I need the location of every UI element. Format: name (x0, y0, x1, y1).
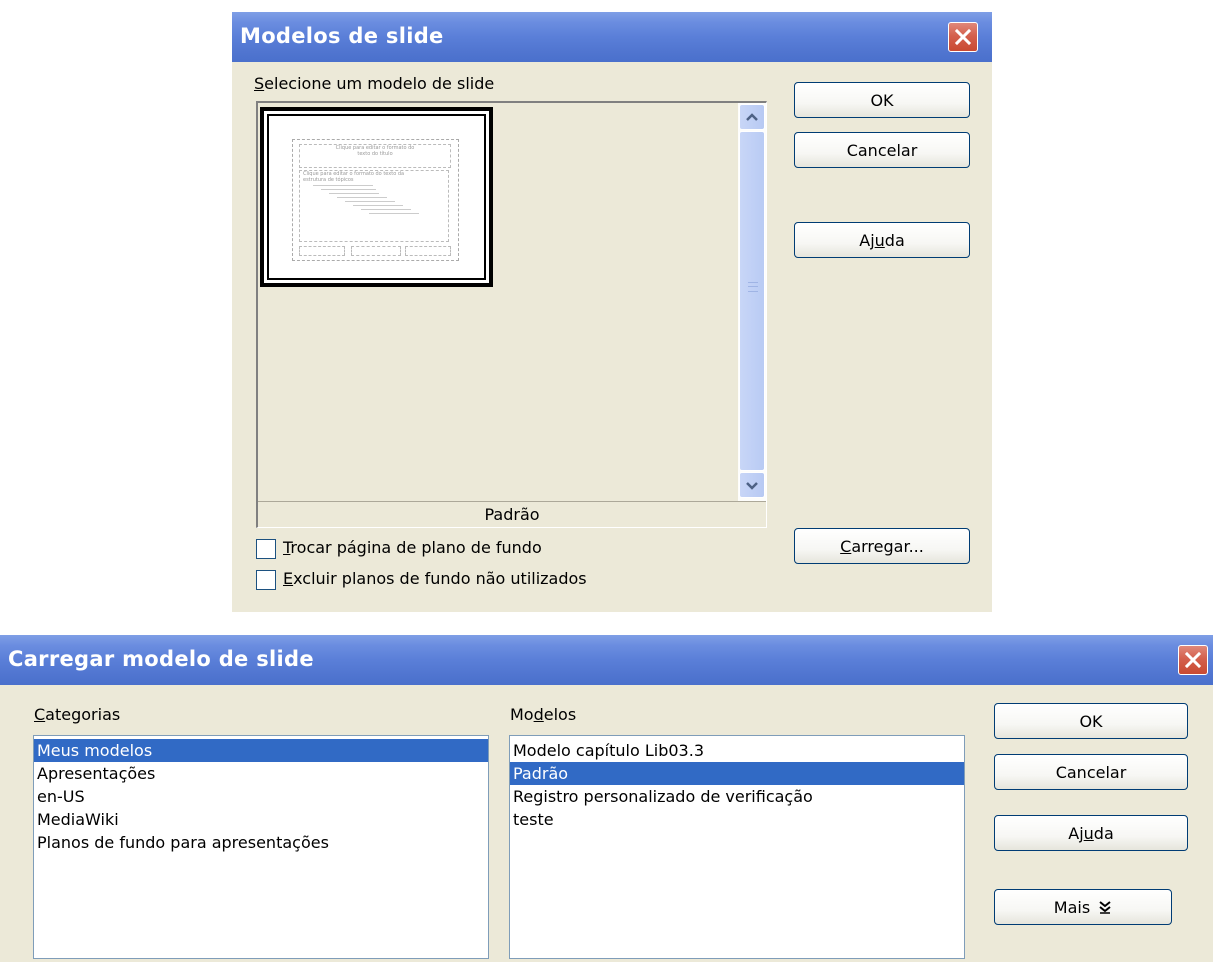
scroll-down-button[interactable] (739, 472, 765, 498)
dialog-title: Carregar modelo de slide (8, 647, 314, 671)
more-button[interactable]: Mais (994, 889, 1172, 925)
list-item[interactable]: teste (510, 808, 964, 831)
load-slide-template-dialog: Carregar modelo de slide Categorias Mode… (0, 635, 1213, 962)
ok-button[interactable]: OK (794, 82, 970, 118)
template-thumbnail-padrao[interactable]: Clique para editar o formato do texto do… (260, 107, 493, 287)
close-button[interactable] (948, 22, 978, 52)
list-item[interactable]: en-US (34, 785, 488, 808)
gallery-scrollbar[interactable] (738, 103, 766, 501)
cancel-button[interactable]: Cancelar (794, 132, 970, 168)
models-label: Modelos (510, 705, 577, 724)
cancel-button[interactable]: Cancelar (994, 754, 1188, 790)
list-item[interactable]: MediaWiki (34, 808, 488, 831)
models-list[interactable]: Modelo capítulo Lib03.3 Padrão Registro … (509, 735, 965, 959)
double-chevron-down-icon (1099, 901, 1111, 914)
chevron-up-icon (746, 113, 758, 121)
delete-unused-backgrounds-label[interactable]: Excluir planos de fundo não utilizados (283, 569, 587, 588)
scroll-thumb[interactable] (739, 131, 765, 471)
template-name-label: Padrão (484, 505, 540, 524)
load-button[interactable]: Carregar... (794, 528, 970, 564)
list-item[interactable]: Padrão (510, 762, 964, 785)
dialog-title: Modelos de slide (240, 24, 444, 48)
slide-preview: Clique para editar o formato do texto do… (292, 139, 459, 261)
delete-unused-backgrounds-checkbox[interactable] (256, 570, 276, 590)
categories-label: Categorias (34, 705, 121, 724)
list-item[interactable]: Registro personalizado de verificação (510, 785, 964, 808)
title-bar[interactable]: Carregar modelo de slide (0, 635, 1213, 685)
scroll-up-button[interactable] (739, 104, 765, 130)
close-icon (1184, 651, 1202, 669)
list-item[interactable]: Apresentações (34, 762, 488, 785)
chevron-down-icon (746, 482, 758, 490)
help-button[interactable]: Aj u da (794, 222, 970, 258)
title-bar[interactable]: Modelos de slide (232, 12, 992, 62)
swap-background-label[interactable]: Trocar página de plano de fundo (283, 538, 542, 557)
template-gallery[interactable]: Clique para editar o formato do texto do… (256, 101, 767, 528)
select-template-label: Selecione um modelo de slide (254, 74, 495, 93)
ok-button[interactable]: OK (994, 703, 1188, 739)
close-icon (954, 28, 972, 46)
help-button[interactable]: Aj u da (994, 815, 1188, 851)
list-item[interactable]: Meus modelos (34, 739, 488, 762)
close-button[interactable] (1178, 645, 1208, 675)
categories-list[interactable]: Meus modelos Apresentações en-US MediaWi… (33, 735, 489, 959)
list-item[interactable]: Planos de fundo para apresentações (34, 831, 488, 854)
list-item[interactable]: Modelo capítulo Lib03.3 (510, 739, 964, 762)
slide-templates-dialog: Modelos de slide Selecione um modelo de … (232, 12, 992, 612)
swap-background-checkbox[interactable] (256, 539, 276, 559)
